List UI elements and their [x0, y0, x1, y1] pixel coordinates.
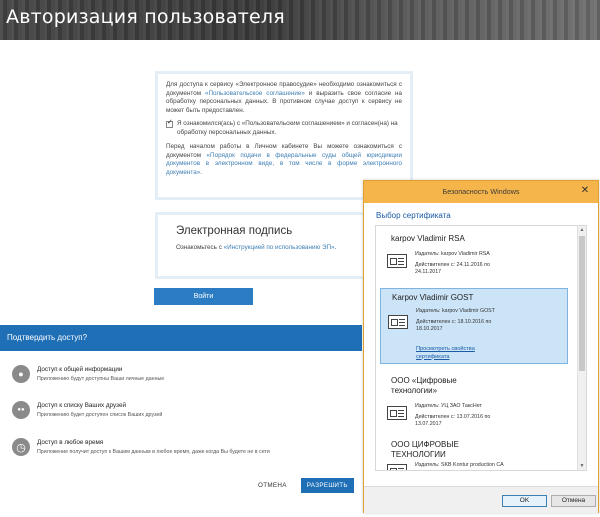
login-button[interactable]: Войти	[154, 288, 253, 305]
certificate-list: karpov Vladimir RSA Издатель: karpov Vla…	[375, 225, 587, 471]
certificate-validity: 1	[415, 470, 504, 471]
certificate-validity-end: 24.11.2017	[415, 269, 442, 275]
permission-item: ● Доступ к общей информации Приложению б…	[12, 365, 357, 383]
friends-icon: ●●	[12, 401, 30, 419]
dialog-footer: OK Отмена	[364, 486, 598, 513]
certificate-list-scrollbar[interactable]: ▲ ▼	[577, 226, 586, 470]
scroll-thumb[interactable]	[579, 236, 585, 371]
certificate-details: Издатель: УЦ ЗАО ТаксНет Действителен с:…	[415, 403, 490, 429]
ok-button[interactable]: OK	[502, 495, 547, 507]
scroll-down-arrow-icon[interactable]: ▼	[578, 462, 586, 470]
certificate-link-line[interactable]: Просмотреть свойства	[416, 346, 475, 354]
certificate-details: Издатель: SKB Kontur production CA 1	[415, 462, 504, 471]
certificate-issuer: Издатель: УЦ ЗАО ТаксНет	[415, 403, 482, 409]
certificate-item-selected[interactable]: Karpov Vladimir GOST Издатель: karpov Vl…	[380, 288, 568, 364]
permission-text: Доступ в любое время Приложение получит …	[37, 438, 270, 456]
certificate-icon	[387, 406, 407, 420]
certificate-icon	[387, 254, 407, 268]
certificate-details: Издатель: karpov Vladimir RSA Действител…	[415, 251, 490, 277]
clock-icon: ◷	[12, 438, 30, 456]
permission-allow-button[interactable]: РАЗРЕШИТЬ	[300, 478, 354, 493]
permission-text: Доступ к списку Ваших друзей Приложению …	[37, 401, 162, 419]
permission-desc: Приложению будет доступен список Ваших д…	[37, 412, 163, 418]
certificate-name-line: ООО «Цифровые	[391, 376, 457, 385]
view-certificate-properties-link[interactable]: Просмотреть свойства сертификата	[416, 346, 475, 361]
certificate-name: ООО ЦИФРОВЫЕ ТЕХНОЛОГИИ	[391, 440, 459, 460]
certificate-icon	[387, 464, 407, 470]
certificate-issuer: Издатель: karpov Vladimir GOST	[416, 308, 495, 314]
close-icon[interactable]: ✕	[578, 184, 592, 198]
certificate-issuer: Издатель: karpov Vladimir RSA	[415, 251, 490, 257]
certificate-issuer: Издатель: SKB Kontur production CA	[415, 462, 504, 468]
agreement-text: Для доступа к сервису «Электронное право…	[166, 81, 402, 115]
person-icon: ●	[12, 365, 30, 383]
permission-item: ●● Доступ к списку Ваших друзей Приложен…	[12, 401, 357, 419]
permission-desc: Приложение получит доступ к Вашим данным…	[37, 449, 270, 455]
certificate-name-line: ТЕХНОЛОГИИ	[391, 450, 446, 459]
permission-cancel-button[interactable]: ОТМЕНА	[258, 482, 287, 489]
permission-item: ◷ Доступ в любое время Приложение получи…	[12, 438, 357, 456]
agreement-checkbox-row[interactable]: Я ознакомился(ась) с «Пользовательским с…	[166, 119, 402, 137]
dialog-cancel-button[interactable]: Отмена	[551, 495, 596, 507]
scroll-up-arrow-icon[interactable]: ▲	[578, 226, 586, 234]
header-banner: Авторизация пользователя	[0, 0, 600, 40]
permission-title: Доступ в любое время	[37, 439, 104, 446]
certificate-name: ООО «Цифровые технологии»	[391, 376, 457, 396]
permission-header: Подтвердить доступ?	[0, 325, 362, 351]
certificate-link-line[interactable]: сертификата	[416, 354, 475, 362]
windows-security-dialog: Безопасность Windows ✕ Выбор сертификата…	[363, 180, 599, 513]
permission-desc: Приложению будут доступны Ваши личные да…	[37, 376, 165, 382]
signature-instructions-link[interactable]: «Инструкцией по использованию ЭП»	[224, 244, 335, 251]
signature-instructions-end: .	[334, 244, 337, 251]
certificate-validity-end: 13.07.2017	[415, 421, 442, 427]
signature-instructions-text: Ознакомьтесь с	[176, 244, 222, 251]
permission-title: Доступ к списку Ваших друзей	[37, 402, 126, 409]
signature-instructions: Ознакомьтесь с «Инструкцией по использов…	[176, 244, 392, 251]
page: Авторизация пользователя Для доступа к с…	[0, 0, 600, 517]
certificate-validity: Действителен с: 24.11.2016 по	[415, 261, 490, 268]
certificate-icon	[388, 315, 408, 329]
certificate-name: Karpov Vladimir GOST	[392, 293, 474, 302]
permission-text: Доступ к общей информации Приложению буд…	[37, 365, 164, 383]
permission-title: Доступ к общей информации	[37, 366, 123, 373]
certificate-validity-end: 18.10.2017	[416, 326, 443, 332]
certificate-name: karpov Vladimir RSA	[391, 234, 465, 243]
dialog-titlebar: Безопасность Windows ✕	[364, 181, 598, 203]
certificate-name-line: ООО ЦИФРОВЫЕ	[391, 440, 459, 449]
certificate-item[interactable]: ООО ЦИФРОВЫЕ ТЕХНОЛОГИИ Издатель: SKB Ko…	[380, 438, 568, 471]
procedure-note-end: .	[200, 168, 202, 176]
certificate-details: Издатель: karpov Vladimir GOST Действите…	[416, 308, 495, 334]
certificate-item[interactable]: ООО «Цифровые технологии» Издатель: УЦ З…	[380, 374, 568, 436]
dialog-title: Безопасность Windows	[442, 187, 520, 196]
certificate-validity: Действителен с: 13.07.2016 по	[415, 413, 491, 420]
permission-actions: ОТМЕНА РАЗРЕШИТЬ	[258, 478, 354, 493]
certificate-item[interactable]: karpov Vladimir RSA Издатель: karpov Vla…	[380, 230, 568, 284]
certificate-validity: Действителен с: 18.10.2016 по	[416, 318, 492, 325]
agreement-checkbox[interactable]	[166, 119, 173, 128]
procedure-note: Перед началом работы в Личном кабинете В…	[166, 143, 402, 177]
page-title: Авторизация пользователя	[6, 6, 285, 28]
user-agreement-link[interactable]: «Пользовательское соглашение»	[205, 90, 305, 97]
certificate-select-heading: Выбор сертификата	[376, 211, 451, 220]
agreement-checkbox-label: Я ознакомился(ась) с «Пользовательским с…	[177, 120, 398, 136]
signature-title: Электронная подпись	[176, 225, 293, 237]
certificate-name-line: технологии»	[391, 386, 438, 395]
